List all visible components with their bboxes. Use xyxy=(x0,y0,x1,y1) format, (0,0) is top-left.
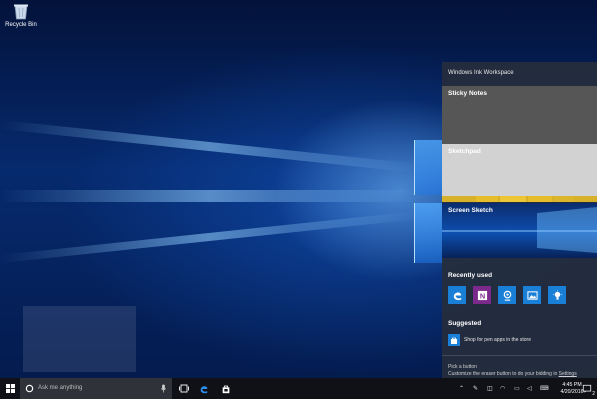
suggested-item-link[interactable]: Shop for pen apps in the store xyxy=(464,337,531,343)
windows-start-icon xyxy=(5,384,15,393)
notification-placeholder xyxy=(23,306,136,372)
pen-workspace-icon[interactable]: ✎ xyxy=(473,385,478,392)
windows-logo-wallpaper xyxy=(400,135,445,265)
task-view-button[interactable] xyxy=(174,378,194,399)
tip-text: Customize the eraser button to do your b… xyxy=(448,371,577,377)
divider xyxy=(442,355,597,356)
edge-icon[interactable] xyxy=(448,286,466,304)
battery-icon[interactable]: ▭ xyxy=(514,385,520,392)
panel-title: Windows Ink Workspace xyxy=(448,70,514,76)
tip-title: Pick a button xyxy=(448,364,477,370)
suggested-label: Suggested xyxy=(448,320,482,327)
recently-used-label: Recently used xyxy=(448,272,493,279)
notification-badge: 2 xyxy=(592,391,595,397)
light-beam xyxy=(0,190,420,202)
recycle-bin-shortcut[interactable]: Recycle Bin xyxy=(4,2,38,28)
screen-sketch-card[interactable]: Screen Sketch xyxy=(442,203,597,258)
action-center-button[interactable]: 2 xyxy=(577,378,597,399)
svg-text:N: N xyxy=(479,291,484,300)
light-beam xyxy=(0,211,419,263)
cortana-search-box[interactable]: Ask me anything xyxy=(20,378,172,399)
screen-sketch-label: Screen Sketch xyxy=(448,207,493,214)
sticky-notes-label: Sticky Notes xyxy=(448,90,488,97)
cortana-icon xyxy=(25,384,34,393)
store-taskbar-button[interactable] xyxy=(216,378,236,399)
store-icon xyxy=(222,385,230,393)
tip-body: Customize the eraser button to do your b… xyxy=(448,371,558,377)
photos-icon[interactable] xyxy=(523,286,541,304)
microphone-icon[interactable] xyxy=(160,384,167,393)
store-icon[interactable] xyxy=(448,334,460,346)
search-placeholder: Ask me anything xyxy=(38,385,83,391)
maps-icon[interactable] xyxy=(498,286,516,304)
ink-workspace-panel: Windows Ink Workspace Sticky Notes Sketc… xyxy=(442,62,597,378)
taskbar: Ask me anything ⌃ ✎ ◫ ◠ ▭ ◁ ⌨ 4:45 PM 4/… xyxy=(0,378,597,399)
edge-taskbar-button[interactable] xyxy=(194,378,214,399)
wifi-icon[interactable]: ◠ xyxy=(500,385,505,392)
chevron-up-icon[interactable]: ⌃ xyxy=(459,385,464,392)
volume-icon[interactable]: ◁ xyxy=(527,385,532,392)
network-icon[interactable]: ◫ xyxy=(487,385,493,392)
edge-icon xyxy=(200,385,208,393)
recycle-bin-icon xyxy=(12,2,30,20)
keyboard-icon[interactable]: ⌨ xyxy=(540,385,549,392)
start-button[interactable] xyxy=(0,378,20,399)
settings-link[interactable]: Settings xyxy=(559,371,577,377)
action-center-icon xyxy=(582,384,592,393)
light-beam xyxy=(0,120,419,173)
onenote-icon[interactable]: N xyxy=(473,286,491,304)
sketchpad-label: Sketchpad xyxy=(448,148,481,155)
task-view-icon xyxy=(179,384,189,393)
lightbulb-icon[interactable] xyxy=(548,286,566,304)
recycle-bin-label: Recycle Bin xyxy=(5,22,37,28)
sketchpad-card[interactable]: Sketchpad xyxy=(442,144,597,196)
